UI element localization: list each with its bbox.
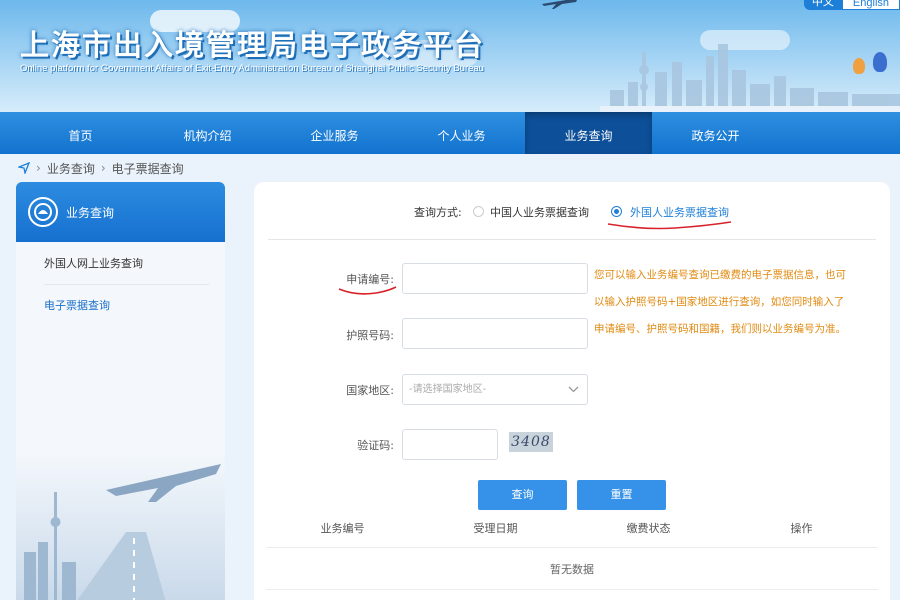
app-no-label: 申请编号: [346,273,394,286]
sidebar-header: 业务查询 [16,182,225,242]
header-banner: 上海市出入境管理局电子政务平台 Online platform for Gove… [0,0,900,112]
query-type-row: 查询方式: 中国人业务票据查询 外国人业务票据查询 [254,202,890,222]
country-select-placeholder: -请选择国家地区- [409,384,487,395]
hint-line: 您可以输入业务编号查询已缴费的电子票据信息，也可 [594,269,846,281]
site-subtitle: Online platform for Government Affairs o… [20,63,484,74]
nav-about[interactable]: 机构介绍 [144,112,271,154]
language-switcher: 中文 English [803,0,900,10]
police-emblem-icon [28,197,58,227]
main-nav: 首页 机构介绍 企业服务 个人业务 业务查询 政务公开 [0,112,900,154]
airport-illustration [16,452,225,600]
hint-line: 申请编号、护照号码和国籍，我们则以业务编号为准。 [594,323,846,335]
radio-foreign-receipt-label[interactable]: 外国人业务票据查询 [630,204,729,220]
breadcrumb-level2: 电子票据查询 [111,161,184,176]
reset-button[interactable]: 重置 [577,480,666,510]
captcha-label: 验证码: [357,439,394,452]
results-table-header: 业务编号 受理日期 缴费状态 操作 [266,518,878,548]
breadcrumb: › 业务查询 › 电子票据查询 [18,158,184,178]
empty-state: 暂无数据 [266,550,878,590]
hint-line: 以输入护照号码+国家地区进行查询，如您同时输入了 [594,296,845,308]
radio-chinese-receipt[interactable] [473,206,484,217]
nav-public-affairs[interactable]: 政务公开 [652,112,779,154]
airplane-icon [542,0,577,9]
query-type-label: 查询方式: [414,206,462,219]
sidebar-item-e-receipt[interactable]: 电子票据查询 [44,285,209,327]
column-header: 业务编号 [320,522,365,535]
breadcrumb-level1[interactable]: 业务查询 [47,160,95,177]
search-button[interactable]: 查询 [478,480,567,510]
radio-foreign-receipt[interactable] [611,206,622,217]
sidebar-heading: 业务查询 [66,205,115,220]
app-no-input[interactable] [402,263,588,294]
location-arrow-icon [18,162,30,174]
country-select[interactable]: -请选择国家地区- [402,374,588,405]
breadcrumb-separator: › [100,161,106,175]
column-header: 缴费状态 [626,522,671,535]
query-hint: 您可以输入业务编号查询已缴费的电子票据信息，也可 以输入护照号码+国家地区进行查… [594,262,870,343]
nav-business-query[interactable]: 业务查询 [525,112,652,154]
divider [268,239,876,240]
column-header: 受理日期 [473,522,518,535]
chevron-down-icon [568,386,579,393]
passport-input[interactable] [402,318,588,349]
lang-zh-button[interactable]: 中文 [803,0,842,10]
column-header: 操作 [790,522,813,535]
nav-enterprise[interactable]: 企业服务 [271,112,398,154]
site-title: 上海市出入境管理局电子政务平台 [20,28,486,62]
nav-home[interactable]: 首页 [17,112,144,154]
sidebar-item-foreigner-query[interactable]: 外国人网上业务查询 [44,243,209,285]
radio-chinese-receipt-label[interactable]: 中国人业务票据查询 [490,204,589,220]
city-skyline-illustration [600,44,900,112]
passport-label: 护照号码: [346,329,394,342]
sidebar: 业务查询 外国人网上业务查询 电子票据查询 [16,182,225,600]
captcha-input[interactable] [402,429,498,460]
main-panel: 查询方式: 中国人业务票据查询 外国人业务票据查询 申请编号: 护照号码: 国家… [254,182,890,600]
lang-en-button[interactable]: English [841,0,900,10]
country-label: 国家地区: [346,384,394,397]
breadcrumb-separator: › [36,161,41,175]
nav-personal[interactable]: 个人业务 [398,112,525,154]
captcha-image[interactable]: 3408 [509,432,553,452]
